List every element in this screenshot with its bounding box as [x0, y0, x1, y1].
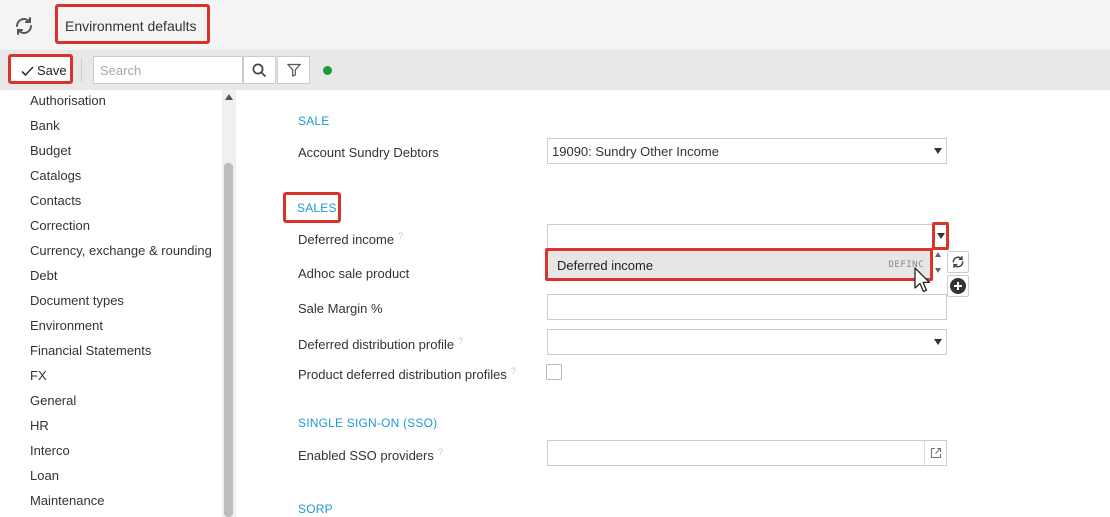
deferred-distribution-profile-select[interactable]	[547, 329, 947, 355]
account-sundry-debtors-value: 19090: Sundry Other Income	[552, 144, 719, 159]
add-option-button[interactable]	[947, 275, 969, 297]
product-deferred-distribution-profiles-checkbox[interactable]	[546, 364, 562, 380]
save-button[interactable]: Save	[8, 54, 73, 84]
account-sundry-debtors-select[interactable]: 19090: Sundry Other Income	[547, 138, 947, 164]
help-icon[interactable]: ?	[458, 336, 463, 346]
enabled-sso-providers-field[interactable]	[547, 440, 947, 466]
sidebar-item-environment[interactable]: Environment	[30, 318, 103, 342]
search-icon	[252, 63, 267, 77]
section-heading-sorp: SORP	[298, 502, 333, 516]
sidebar-item-maintenance[interactable]: Maintenance	[30, 493, 104, 517]
sidebar-scrollbar[interactable]	[222, 90, 236, 517]
sidebar-item-catalogs[interactable]: Catalogs	[30, 168, 81, 192]
sidebar-item-document-types[interactable]: Document types	[30, 293, 124, 317]
checkmark-icon	[21, 66, 34, 77]
toolbar-divider	[81, 58, 82, 82]
section-heading-sales-text: SALES	[297, 201, 337, 215]
help-icon[interactable]: ?	[511, 366, 516, 376]
external-link-icon	[930, 447, 941, 459]
section-heading-sso: SINGLE SIGN-ON (SSO)	[298, 416, 438, 430]
sidebar-item-budget[interactable]: Budget	[30, 143, 71, 167]
save-button-label: Save	[37, 63, 67, 78]
deferred-income-label: Deferred income?	[298, 231, 403, 247]
sale-margin-label: Sale Margin %	[298, 301, 383, 316]
search-input[interactable]	[93, 56, 243, 84]
product-deferred-distribution-profiles-label-text: Product deferred distribution profiles	[298, 367, 507, 382]
section-heading-sales: SALES	[283, 192, 341, 223]
filter-icon	[286, 63, 301, 77]
page-title-text: Environment defaults	[65, 18, 197, 34]
deferred-income-dropdown-option[interactable]: Deferred income DEFINC	[545, 248, 933, 281]
toolbar: Save	[0, 50, 1110, 90]
sale-margin-input[interactable]	[547, 294, 947, 320]
sidebar-item-interco[interactable]: Interco	[30, 443, 70, 467]
sidebar-item-debt[interactable]: Debt	[30, 268, 57, 292]
refresh-options-button[interactable]	[947, 251, 969, 273]
sidebar-item-bank[interactable]: Bank	[30, 118, 60, 142]
sidebar-item-hr[interactable]: HR	[30, 418, 49, 442]
help-icon[interactable]: ?	[398, 231, 403, 241]
sidebar-item-contacts[interactable]: Contacts	[30, 193, 81, 217]
dropdown-scroll-down-icon[interactable]	[935, 268, 941, 273]
refresh-icon	[952, 255, 964, 269]
deferred-distribution-profile-label: Deferred distribution profile?	[298, 336, 463, 352]
dropdown-scrollbar[interactable]	[934, 252, 943, 276]
dropdown-option-code: DEFINC	[888, 260, 924, 270]
section-heading-sale: SALE	[298, 114, 330, 128]
help-icon[interactable]: ?	[438, 447, 443, 457]
sidebar-item-correction[interactable]: Correction	[30, 218, 90, 242]
enabled-sso-providers-label-text: Enabled SSO providers	[298, 448, 434, 463]
sidebar-item-general[interactable]: General	[30, 393, 76, 417]
dropdown-scroll-up-icon[interactable]	[935, 252, 941, 257]
plus-circle-icon	[950, 278, 966, 294]
enabled-sso-providers-label: Enabled SSO providers?	[298, 447, 443, 463]
top-bar: Environment defaults	[0, 0, 1110, 50]
chevron-down-icon[interactable]	[930, 330, 946, 354]
sidebar-item-authorisation[interactable]: Authorisation	[30, 93, 106, 117]
sidebar-item-currency[interactable]: Currency, exchange & rounding	[30, 243, 212, 267]
page-title: Environment defaults	[55, 4, 210, 44]
sidebar-item-loan[interactable]: Loan	[30, 468, 59, 492]
deferred-distribution-profile-label-text: Deferred distribution profile	[298, 337, 455, 352]
search-button[interactable]	[243, 56, 276, 84]
chevron-down-icon	[936, 233, 945, 239]
open-external-button[interactable]	[924, 441, 946, 465]
account-sundry-debtors-label: Account Sundry Debtors	[298, 145, 439, 160]
deferred-income-dropdown-button[interactable]	[932, 222, 949, 250]
refresh-icon[interactable]	[12, 14, 36, 38]
dropdown-option-label: Deferred income	[557, 258, 654, 273]
status-indicator	[323, 66, 332, 75]
filter-button[interactable]	[277, 56, 310, 84]
scroll-up-arrow-icon[interactable]	[225, 94, 233, 100]
sidebar: Authorisation Bank Budget Catalogs Conta…	[0, 90, 222, 517]
sidebar-item-fx[interactable]: FX	[30, 368, 47, 392]
scrollbar-thumb[interactable]	[224, 163, 233, 517]
sidebar-item-financial-statements[interactable]: Financial Statements	[30, 343, 151, 367]
deferred-income-select[interactable]	[547, 224, 933, 250]
adhoc-sale-product-label: Adhoc sale product	[298, 266, 410, 281]
product-deferred-distribution-profiles-label: Product deferred distribution profiles?	[298, 366, 516, 382]
deferred-income-label-text: Deferred income	[298, 232, 395, 247]
chevron-down-icon[interactable]	[930, 139, 946, 163]
